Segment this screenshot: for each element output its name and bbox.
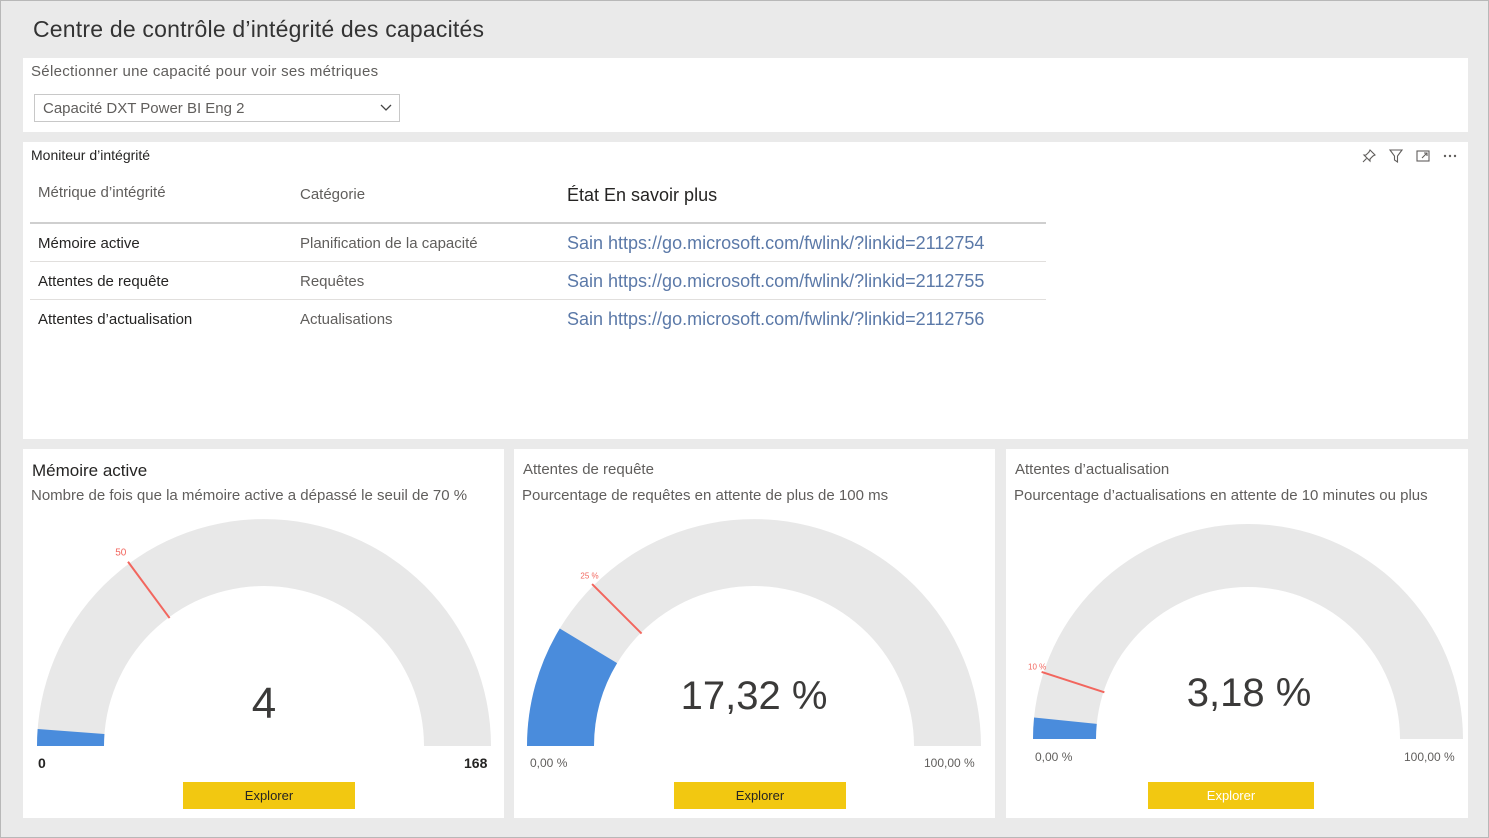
explore-button[interactable]: Explorer — [674, 782, 846, 809]
gauge-target-label: 25 % — [580, 571, 598, 580]
capacity-dropdown-value: Capacité DXT Power BI Eng 2 — [43, 100, 245, 117]
column-header-metric[interactable]: Métrique d’intégrité — [38, 184, 166, 201]
table-row: Attentes d’actualisation Actualisations … — [30, 300, 1046, 337]
explore-button[interactable]: Explorer — [183, 782, 355, 809]
gauge-value: 17,32 % — [680, 674, 828, 718]
category-cell: Actualisations — [300, 311, 393, 328]
status-link[interactable]: Sain https://go.microsoft.com/fwlink/?li… — [567, 233, 984, 254]
filter-icon[interactable] — [1388, 148, 1404, 164]
visual-toolbar — [1361, 148, 1458, 164]
gauge-chart: 10 % — [1028, 524, 1463, 739]
page-title: Centre de contrôle d’intégrité des capac… — [33, 16, 485, 42]
category-cell: Planification de la capacité — [300, 235, 478, 252]
metric-cell: Attentes de requête — [38, 273, 169, 290]
capacity-dropdown[interactable]: Capacité DXT Power BI Eng 2 — [34, 94, 400, 122]
column-header-category[interactable]: Catégorie — [300, 186, 365, 203]
capacity-selector-label: Sélectionner une capacité pour voir ses … — [31, 63, 379, 80]
gauge-min-label: 0 — [38, 755, 46, 771]
gauge-chart: 25 % — [527, 519, 981, 746]
gauge-target-label: 50 — [115, 547, 127, 558]
gauge-value: 4 — [251, 679, 277, 728]
gauge-card-refresh-waits: Attentes d’actualisation Pourcentage d’a… — [1006, 449, 1468, 818]
metric-cell: Attentes d’actualisation — [38, 311, 193, 328]
gauge-chart: 50 — [37, 519, 491, 746]
table-row: Mémoire active Planification de la capac… — [30, 224, 1046, 262]
explore-button[interactable]: Explorer — [1148, 782, 1314, 809]
health-monitor-title: Moniteur d’intégrité — [31, 147, 151, 163]
pin-icon[interactable] — [1361, 148, 1377, 164]
more-options-icon[interactable] — [1442, 148, 1458, 164]
table-row: Attentes de requête Requêtes Sain https:… — [30, 262, 1046, 300]
gauge-card-active-memory: Mémoire active Nombre de fois que la mém… — [23, 449, 504, 818]
status-link[interactable]: Sain https://go.microsoft.com/fwlink/?li… — [567, 309, 984, 330]
gauge-card-query-waits: Attentes de requête Pourcentage de requê… — [514, 449, 995, 818]
gauge-min-label: 0,00 % — [1035, 750, 1073, 764]
health-monitor-card: Moniteur d’intégrité Métrique d’intégrit… — [23, 142, 1468, 439]
category-cell: Requêtes — [300, 273, 365, 290]
gauge-max-label: 100,00 % — [1404, 750, 1455, 764]
health-table: Métrique d’intégrité Catégorie État En s… — [30, 172, 1046, 337]
chevron-down-icon — [380, 104, 392, 111]
gauge-value: 3,18 % — [1186, 671, 1312, 715]
column-header-status[interactable]: État En savoir plus — [567, 185, 717, 206]
gauge-max-label: 168 — [464, 755, 488, 771]
gauge-target-label: 10 % — [1028, 662, 1046, 671]
focus-mode-icon[interactable] — [1415, 148, 1431, 164]
metric-cell: Mémoire active — [38, 235, 140, 252]
capacity-selector-card: Sélectionner une capacité pour voir ses … — [23, 58, 1468, 132]
table-header-row: Métrique d’intégrité Catégorie État En s… — [30, 172, 1046, 224]
status-link[interactable]: Sain https://go.microsoft.com/fwlink/?li… — [567, 271, 984, 292]
gauge-min-label: 0,00 % — [530, 756, 568, 770]
gauge-max-label: 100,00 % — [924, 756, 975, 770]
